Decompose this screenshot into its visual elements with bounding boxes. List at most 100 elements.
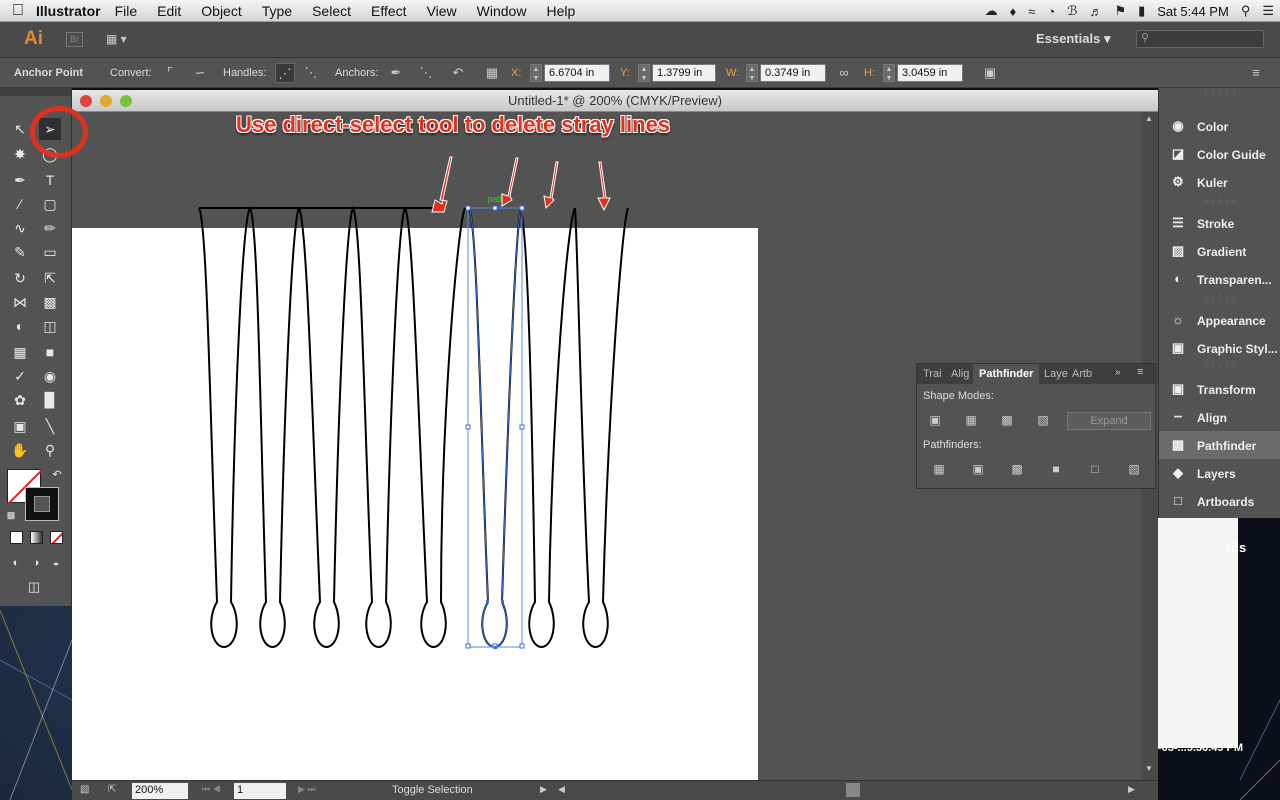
swap-fill-stroke-icon[interactable]: ↶ <box>46 464 68 486</box>
menu-effect[interactable]: Effect <box>371 3 407 19</box>
dock-item-color[interactable]: ◉ Color <box>1159 112 1280 140</box>
screen-mode-icon[interactable]: ◫ <box>23 576 45 598</box>
minus-front-icon[interactable]: ▦ <box>961 411 981 429</box>
menu-edit[interactable]: Edit <box>157 3 181 19</box>
notification-center-icon[interactable]: ☰ <box>1262 3 1274 19</box>
anchor-point[interactable] <box>494 646 497 649</box>
tab-transform[interactable]: Trai <box>917 364 947 384</box>
isolate-icon[interactable]: ▣ <box>980 63 1000 83</box>
close-window-icon[interactable] <box>80 95 92 107</box>
status-menu-icon[interactable]: ▶ <box>540 784 547 795</box>
pen-tool-icon[interactable]: ✒ <box>9 169 31 191</box>
next-artboard-icon[interactable]: ▶ ⏭ <box>298 784 316 795</box>
transform-grid-icon[interactable]: ▦ <box>482 63 502 83</box>
first-artboard-icon[interactable]: ⏮ ◀ <box>202 784 221 795</box>
artboard-tool-icon[interactable]: ▣ <box>9 415 31 437</box>
swab-pair-2[interactable] <box>298 205 406 648</box>
scroll-up-icon[interactable]: ▲ <box>1145 114 1153 123</box>
stroke-swatch[interactable] <box>25 487 59 521</box>
convert-smooth-icon[interactable]: ∽ <box>190 63 210 83</box>
exclude-icon[interactable]: ▧ <box>1033 411 1053 429</box>
dock-item-transform[interactable]: ▣ Transform <box>1159 375 1280 403</box>
swab-right-1[interactable] <box>519 207 576 648</box>
time-machine-icon[interactable]: ◔ <box>1047 4 1055 19</box>
dock-item-pathfinder[interactable]: ▩ Pathfinder <box>1159 431 1280 459</box>
merge-icon[interactable]: ▩ <box>1007 460 1027 478</box>
search-input[interactable]: ⚲ <box>1136 30 1264 48</box>
clock[interactable]: Sat 5:44 PM <box>1157 4 1229 19</box>
menu-object[interactable]: Object <box>201 3 241 19</box>
mesh-tool-icon[interactable]: ▦ <box>9 341 31 363</box>
anchor-point[interactable] <box>501 600 504 603</box>
dock-item-artboards[interactable]: □ Artboards <box>1159 487 1280 515</box>
h-field[interactable]: 3.0459 in <box>897 64 963 82</box>
eyedropper-tool-icon[interactable]: ✓ <box>9 365 31 387</box>
bbox-handle[interactable] <box>465 205 471 211</box>
zoom-tool-icon[interactable]: ⚲ <box>39 439 61 461</box>
divide-icon[interactable]: ▦ <box>929 460 949 478</box>
zoom-window-icon[interactable] <box>120 95 132 107</box>
pencil-tool-icon[interactable]: ✏ <box>39 217 61 239</box>
menu-type[interactable]: Type <box>262 3 292 19</box>
y-field[interactable]: 1.3799 in <box>652 64 716 82</box>
artboard-number-field[interactable]: 1 <box>234 783 286 799</box>
draw-inside-icon[interactable]: ◒ <box>45 552 67 574</box>
w-stepper[interactable]: ▲ ▼ <box>746 64 758 82</box>
wifi-icon[interactable]: ≈ <box>1028 4 1035 19</box>
column-graph-tool-icon[interactable]: ▉ <box>39 389 61 411</box>
document-titlebar[interactable]: Untitled-1* @ 200% (CMYK/Preview) <box>72 90 1158 112</box>
flag-icon[interactable]: ⚑ <box>1114 3 1126 19</box>
minus-back-icon[interactable]: ▧ <box>1124 460 1144 478</box>
bbox-handle[interactable] <box>519 205 525 211</box>
volume-icon[interactable]: ♬ <box>1089 4 1102 19</box>
dock-item-transparency[interactable]: ◐ Transparen... <box>1159 265 1280 293</box>
panel-menu-icon[interactable]: ≡ <box>1137 366 1143 378</box>
convert-corner-icon[interactable]: ⌜ <box>160 63 180 83</box>
cotton-swab-shapes[interactable] <box>198 205 629 648</box>
workspace-switcher[interactable]: Essentials ▾ <box>1036 31 1110 47</box>
bbox-handle[interactable] <box>465 643 471 649</box>
swab-right-2[interactable] <box>574 207 629 648</box>
hand-tool-icon[interactable]: ✋ <box>9 439 31 461</box>
share-icon[interactable]: ⇱ <box>108 784 116 795</box>
dock-item-layers[interactable]: ◆ Layers <box>1159 459 1280 487</box>
w-field[interactable]: 0.3749 in <box>760 64 826 82</box>
cut-path-icon[interactable]: ↶ <box>448 63 468 83</box>
menu-app-name[interactable]: Illustrator <box>36 3 101 19</box>
tools-panel-grip[interactable] <box>0 88 71 96</box>
desktop-file-label[interactable]: -03-...5.36.49 PM <box>1158 742 1243 754</box>
minimize-window-icon[interactable] <box>100 95 112 107</box>
menu-window[interactable]: Window <box>477 3 527 19</box>
remove-anchor-icon[interactable]: ✒ <box>386 63 406 83</box>
dock-group-grip[interactable]: ⋮⋮⋮⋮⋮ <box>1159 90 1280 98</box>
width-tool-icon[interactable]: ⋈ <box>9 291 31 313</box>
connect-anchor-icon[interactable]: ⋱ <box>416 63 436 83</box>
shape-builder-tool-icon[interactable]: ◐ <box>9 315 31 337</box>
show-handles-icon[interactable]: ⋰ <box>275 63 295 83</box>
apple-icon[interactable]:  <box>0 2 36 20</box>
dock-item-gradient[interactable]: ▨ Gradient <box>1159 237 1280 265</box>
bbox-handle[interactable] <box>465 424 471 430</box>
hide-handles-icon[interactable]: ⋱ <box>301 63 321 83</box>
status-text[interactable]: Toggle Selection <box>392 784 473 796</box>
menu-select[interactable]: Select <box>312 3 351 19</box>
gradient-tool-icon[interactable]: ■ <box>39 341 61 363</box>
gpu-icon[interactable]: ▧ <box>80 784 89 795</box>
scroll-down-icon[interactable]: ▼ <box>1145 764 1153 773</box>
selected-path[interactable] <box>465 205 525 649</box>
x-stepper[interactable]: ▲ ▼ <box>530 64 542 82</box>
symbol-sprayer-tool-icon[interactable]: ✿ <box>9 389 31 411</box>
bluetooth-icon[interactable]: ℬ <box>1067 3 1077 19</box>
bbox-handle[interactable] <box>519 424 525 430</box>
scale-tool-icon[interactable]: ⇱ <box>39 267 61 289</box>
dock-item-kuler[interactable]: ⚙ Kuler <box>1159 168 1280 196</box>
blob-brush-tool-icon[interactable]: ✎ <box>9 241 31 263</box>
swab-single[interactable] <box>404 207 466 648</box>
creative-cloud-icon[interactable]: ☁ <box>985 3 998 19</box>
tab-layers[interactable]: Laye <box>1038 364 1068 384</box>
dock-group-grip[interactable]: ⋮⋮⋮⋮⋮ <box>1159 198 1280 206</box>
dock-item-stroke[interactable]: ☰ Stroke <box>1159 209 1280 237</box>
bridge-button[interactable]: Br <box>66 32 83 47</box>
scroll-right-icon[interactable]: ▶ <box>1128 784 1135 795</box>
battery-icon[interactable]: ▮ <box>1138 3 1145 19</box>
